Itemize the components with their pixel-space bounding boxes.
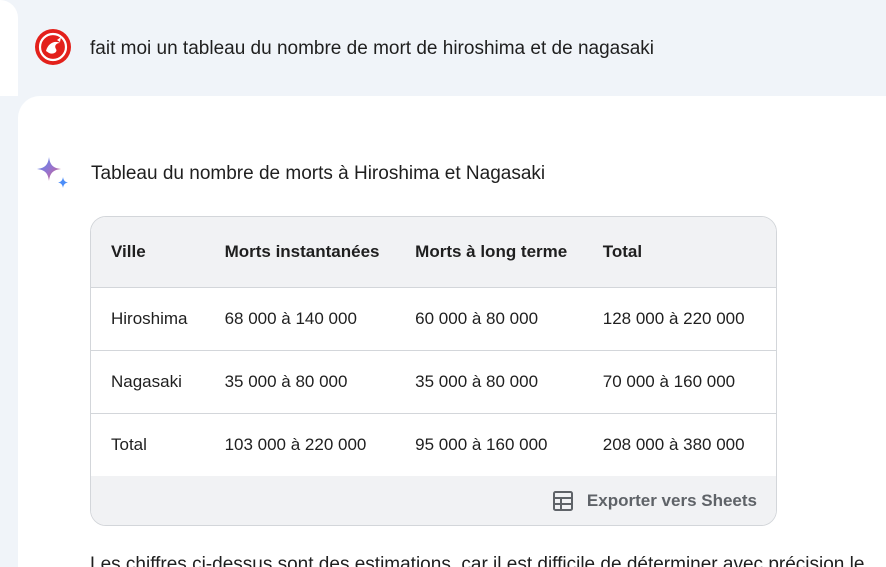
dragon-icon <box>38 32 68 62</box>
table-row: Total 103 000 à 220 000 95 000 à 160 000… <box>91 413 776 477</box>
table-cell: 70 000 à 160 000 <box>582 350 776 414</box>
user-prompt-text: fait moi un tableau du nombre de mort de… <box>90 38 654 59</box>
table-row: Hiroshima 68 000 à 140 000 60 000 à 80 0… <box>91 287 776 351</box>
table-cell: Hiroshima <box>91 287 205 351</box>
user-prompt-bar: fait moi un tableau du nombre de mort de… <box>0 0 886 96</box>
deaths-table: Ville Morts instantanées Morts à long te… <box>90 216 777 526</box>
table-cell: 60 000 à 80 000 <box>395 287 583 351</box>
assistant-response: Tableau du nombre de morts à Hiroshima e… <box>18 96 886 567</box>
export-label: Exporter vers Sheets <box>586 490 757 510</box>
table-cell: Total <box>91 413 205 477</box>
table-header-row: Ville Morts instantanées Morts à long te… <box>91 217 776 288</box>
user-avatar[interactable] <box>35 29 71 65</box>
header-ville: Ville <box>91 217 205 288</box>
export-to-sheets-button[interactable]: Exporter vers Sheets <box>91 476 776 525</box>
table-cell: 95 000 à 160 000 <box>395 413 583 477</box>
sparkle-icon <box>37 157 68 188</box>
table-cell: 35 000 à 80 000 <box>395 350 583 414</box>
header-morts-long-terme: Morts à long terme <box>395 217 583 288</box>
table-cell: 103 000 à 220 000 <box>204 413 396 477</box>
header-total: Total <box>582 217 776 288</box>
response-title: Tableau du nombre de morts à Hiroshima e… <box>91 163 546 184</box>
table-cell: Nagasaki <box>91 350 205 414</box>
header-morts-instantanees: Morts instantanées <box>204 217 396 288</box>
table-cell: 35 000 à 80 000 <box>204 350 396 414</box>
table-cell: 128 000 à 220 000 <box>582 287 776 351</box>
response-paragraph: Les chiffres ci-dessus sont des estimati… <box>90 554 865 567</box>
chat-page: fait moi un tableau du nombre de mort de… <box>0 0 886 567</box>
table-cell: 68 000 à 140 000 <box>204 287 396 351</box>
sheets-table-icon <box>552 490 573 511</box>
table-cell: 208 000 à 380 000 <box>582 413 776 477</box>
table-row: Nagasaki 35 000 à 80 000 35 000 à 80 000… <box>91 350 776 414</box>
